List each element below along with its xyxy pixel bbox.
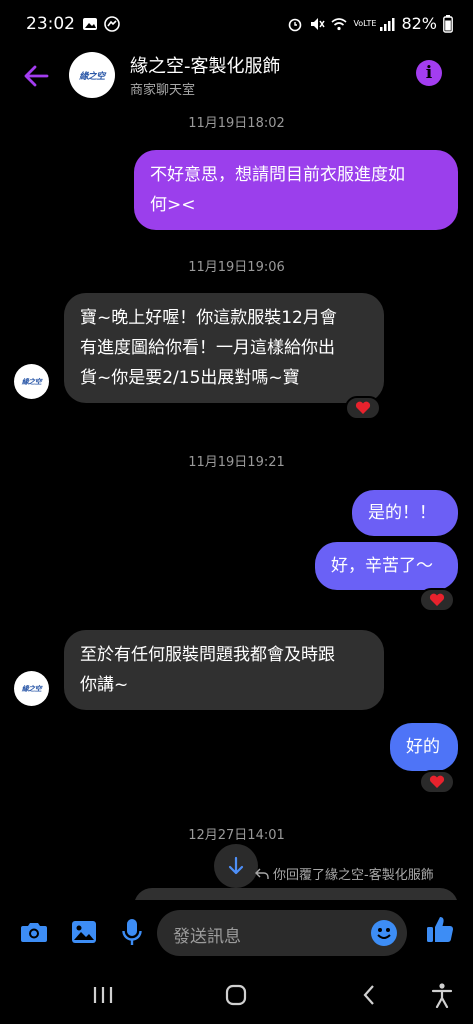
sender-avatar[interactable]: 緣之空 <box>14 364 49 399</box>
messenger-notification-icon <box>104 16 120 32</box>
avatar-logo: 緣之空 <box>21 377 42 386</box>
message-input-placeholder: 發送訊息 <box>173 927 241 947</box>
message-timestamp: 11月19日19:06 <box>188 260 285 275</box>
home-icon <box>225 984 247 1006</box>
gallery-button[interactable] <box>69 917 99 947</box>
heart-icon <box>355 401 371 414</box>
emoji-button[interactable] <box>371 920 397 946</box>
reaction-badge[interactable] <box>345 396 381 420</box>
recent-apps-button[interactable] <box>88 980 118 1010</box>
incoming-message[interactable]: 至於有任何服裝問題我都會及時跟 你講~ <box>64 630 384 710</box>
message-line: 好的 <box>406 737 440 757</box>
sender-avatar[interactable]: 緣之空 <box>14 671 49 706</box>
message-timestamp: 11月19日19:21 <box>188 455 285 470</box>
system-nav-bar <box>0 966 473 1024</box>
voice-button[interactable] <box>117 917 147 947</box>
reply-note-text: 你回覆了緣之空-客製化服飾 <box>273 868 434 883</box>
outgoing-message[interactable]: 好，辛苦了～ <box>315 542 458 590</box>
contact-avatar[interactable]: 緣之空 <box>69 52 115 98</box>
incoming-message[interactable]: 寶~晚上好喔！你這款服裝12月會 有進度圖給你看！一月這樣給你出 貨~你是要2/… <box>64 293 384 403</box>
status-time: 23:02 <box>26 14 75 34</box>
like-button[interactable] <box>425 914 455 944</box>
reply-note: 你回覆了緣之空-客製化服飾 <box>255 864 434 883</box>
accessibility-button[interactable] <box>427 980 457 1010</box>
reaction-badge[interactable] <box>419 588 455 612</box>
smiley-icon <box>377 928 391 939</box>
message-line: 好，辛苦了～ <box>331 556 433 576</box>
signal-icon <box>380 17 395 31</box>
message-line: 寶~晚上好喔！你這款服裝12月會 <box>80 308 337 328</box>
reply-icon <box>255 868 269 879</box>
volte-label: VoLTE <box>353 19 377 28</box>
avatar-logo: 緣之空 <box>21 684 42 693</box>
outgoing-message[interactable]: 不好意思，想請問目前衣服進度如 何>< <box>134 150 458 230</box>
wifi-icon <box>331 17 347 30</box>
back-chevron-icon <box>363 985 374 1005</box>
back-arrow-icon <box>24 65 49 87</box>
message-line: 貨~你是要2/15出展對嗎~寶 <box>80 368 300 388</box>
message-timestamp: 12月27日14:01 <box>188 828 285 843</box>
arrow-down-icon <box>228 856 244 875</box>
avatar-logo: 緣之空 <box>79 71 105 82</box>
back-nav-button[interactable] <box>354 980 384 1010</box>
message-input[interactable]: 發送訊息 <box>157 910 407 956</box>
battery-percent: 82% <box>401 14 437 33</box>
scroll-to-bottom-button[interactable] <box>214 844 258 888</box>
contact-subtitle: 商家聊天室 <box>130 83 196 98</box>
message-line: 是的！！ <box>368 503 436 523</box>
microphone-icon <box>122 919 142 945</box>
outgoing-message[interactable]: 是的！！ <box>352 490 458 536</box>
info-button[interactable]: i <box>416 60 442 86</box>
camera-icon <box>21 923 47 942</box>
thumbs-up-icon <box>427 917 454 942</box>
outgoing-message[interactable]: 好的 <box>390 723 458 771</box>
back-button[interactable] <box>18 58 54 94</box>
message-line: 不好意思，想請問目前衣服進度如 <box>150 165 405 185</box>
status-notification-icons <box>82 16 120 32</box>
contact-name[interactable]: 緣之空-客製化服飾 <box>130 52 281 78</box>
message-line: 何>< <box>150 195 196 215</box>
gallery-notification-icon <box>83 18 97 30</box>
home-button[interactable] <box>221 980 251 1010</box>
message-line: 有進度圖給你看！一月這樣給你出 <box>80 338 335 358</box>
camera-button[interactable] <box>19 917 49 947</box>
chat-header: 緣之空 緣之空-客製化服飾 商家聊天室 i <box>0 48 473 104</box>
heart-icon <box>429 775 445 788</box>
image-icon <box>72 921 96 943</box>
status-right-icons: VoLTE 82% <box>287 14 453 33</box>
message-line: 你講~ <box>80 675 129 695</box>
message-line: 至於有任何服裝問題我都會及時跟 <box>80 645 335 665</box>
status-bar: 23:02 VoLTE 82% <box>0 0 473 48</box>
mute-icon <box>311 17 326 30</box>
message-composer: 發送訊息 <box>0 900 473 966</box>
recent-apps-icon <box>93 987 113 1003</box>
reaction-badge[interactable] <box>419 770 455 794</box>
alarm-icon <box>289 18 302 31</box>
info-icon: i <box>425 63 433 83</box>
heart-icon <box>429 593 445 606</box>
message-timestamp: 11月19日18:02 <box>188 116 285 131</box>
battery-icon <box>443 14 453 33</box>
accessibility-icon <box>431 983 453 1008</box>
